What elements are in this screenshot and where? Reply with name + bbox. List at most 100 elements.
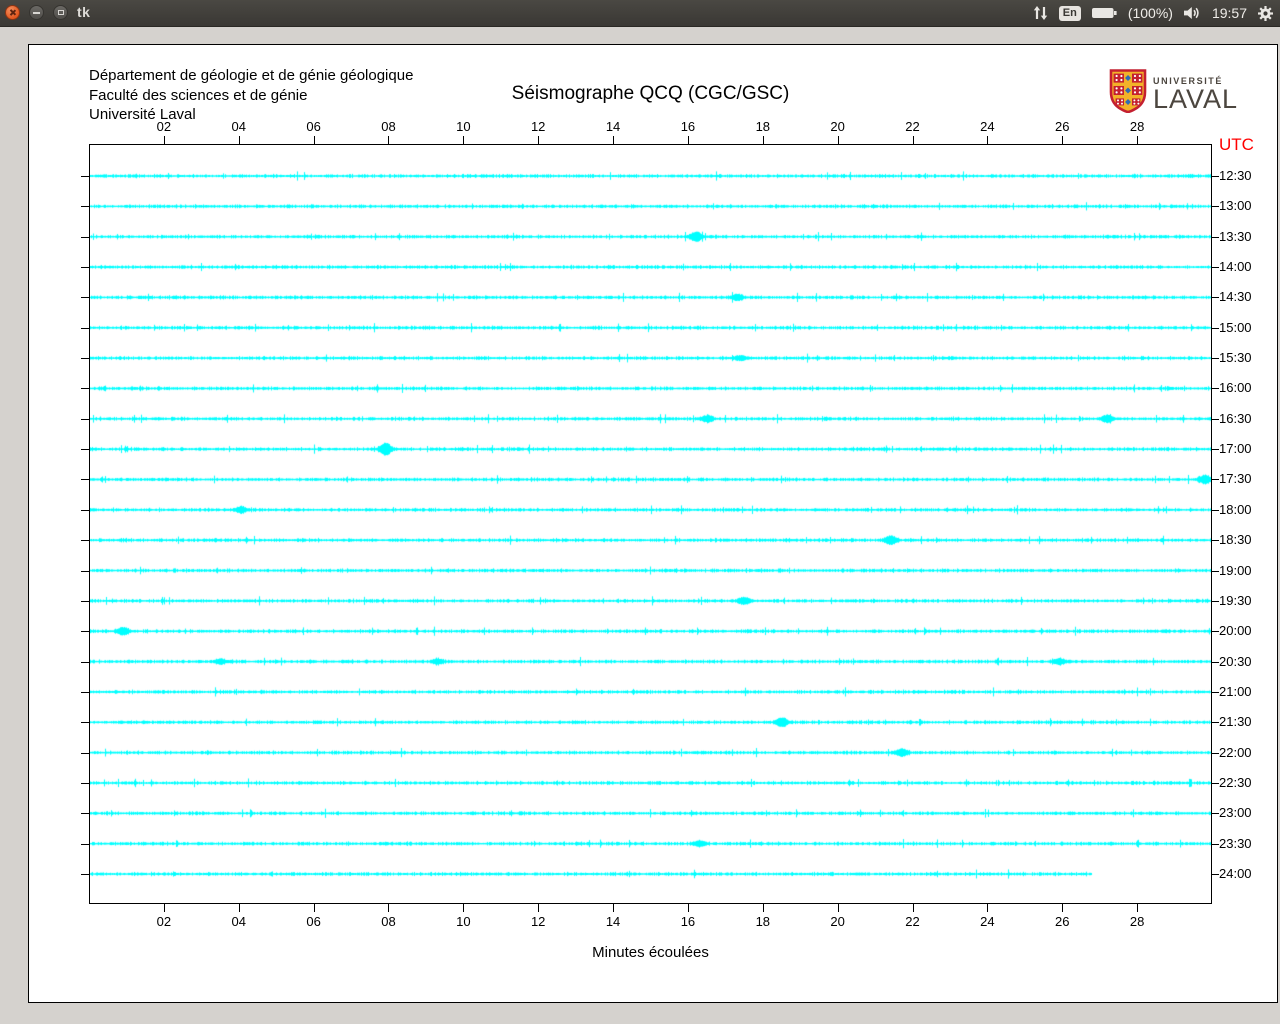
utc-row-label: 15:30 — [1219, 350, 1252, 366]
utc-row-label: 20:30 — [1219, 653, 1252, 669]
row-tick-left — [81, 631, 89, 633]
row-tick-right — [1212, 874, 1219, 875]
battery-percentage[interactable]: (100%) — [1128, 5, 1173, 21]
maximize-icon — [57, 10, 64, 15]
x-tick-label-bottom: 20 — [830, 914, 845, 929]
row-tick-right — [1212, 631, 1219, 633]
window-minimize-button[interactable] — [29, 5, 44, 20]
utc-row-label: 12:30 — [1219, 168, 1252, 183]
x-tick-label-bottom: 04 — [231, 914, 246, 929]
row-tick-right — [1212, 176, 1219, 177]
keyboard-layout-indicator[interactable]: En — [1058, 5, 1081, 21]
x-tick-top — [238, 136, 240, 144]
x-tick-top — [613, 136, 615, 144]
x-tick-label-bottom: 16 — [680, 914, 696, 929]
volume-icon[interactable] — [1183, 6, 1202, 20]
x-tick-label-top: 08 — [381, 119, 396, 134]
x-tick-bottom — [687, 904, 689, 912]
x-axis-title: Minutes écoulées — [592, 944, 709, 961]
x-tick-top — [1137, 136, 1139, 144]
utc-row-label: 14:00 — [1219, 259, 1252, 275]
row-tick-right — [1212, 358, 1219, 360]
row-tick-right — [1212, 813, 1219, 815]
x-tick-label-bottom: 12 — [530, 914, 546, 929]
x-tick-label-top: 10 — [456, 119, 471, 134]
row-tick-right — [1212, 267, 1219, 269]
row-tick-left — [81, 722, 89, 724]
x-tick-top — [837, 136, 839, 144]
row-tick-right — [1212, 206, 1219, 208]
battery-icon[interactable] — [1091, 6, 1118, 20]
x-tick-top — [687, 136, 689, 144]
window-close-button[interactable] — [5, 5, 20, 20]
x-tick-label-top: 20 — [830, 119, 845, 134]
x-tick-bottom — [1137, 904, 1139, 912]
x-tick-label-bottom: 14 — [605, 914, 621, 929]
row-tick-right — [1212, 691, 1219, 693]
row-tick-left — [81, 843, 89, 845]
row-tick-right — [1212, 843, 1219, 845]
x-tick-top — [388, 136, 390, 144]
utc-row-label: 23:00 — [1219, 805, 1252, 821]
x-tick-bottom — [987, 904, 989, 912]
row-tick-right — [1212, 388, 1219, 390]
x-tick-bottom — [238, 904, 240, 912]
x-tick-top — [987, 136, 989, 144]
utc-row-label: 15:00 — [1219, 319, 1252, 335]
row-tick-left — [81, 540, 89, 542]
row-tick-right — [1212, 752, 1219, 754]
row-tick-left — [81, 327, 89, 329]
logo-laval-text: LAVAL — [1153, 83, 1239, 114]
window-title: tk — [77, 4, 91, 20]
x-tick-label-top: 18 — [755, 119, 771, 134]
utc-row-label: 19:30 — [1219, 592, 1252, 608]
x-tick-label-bottom: 08 — [381, 914, 396, 929]
x-tick-label-bottom: 28 — [1129, 914, 1145, 929]
row-tick-left — [81, 661, 89, 663]
row-tick-left — [81, 782, 89, 784]
clock[interactable]: 19:57 — [1212, 5, 1247, 21]
laval-shield-icon — [1109, 69, 1147, 118]
x-tick-label-top: 12 — [530, 119, 546, 134]
row-tick-right — [1212, 661, 1219, 663]
x-tick-bottom — [388, 904, 390, 912]
utc-row-label: 17:00 — [1219, 441, 1252, 457]
x-tick-label-bottom: 26 — [1055, 914, 1070, 929]
x-tick-bottom — [837, 904, 839, 912]
row-tick-left — [81, 236, 89, 238]
utc-row-label: 22:00 — [1219, 744, 1252, 760]
seismic-trace-canvas — [90, 145, 1211, 903]
utc-row-label: 16:00 — [1219, 380, 1252, 396]
x-tick-label-top: 14 — [605, 119, 621, 134]
x-tick-label-top: 28 — [1129, 119, 1145, 134]
utc-row-label: 13:30 — [1219, 228, 1252, 244]
row-tick-left — [81, 509, 89, 511]
row-tick-right — [1212, 418, 1219, 420]
utc-row-label: 13:00 — [1219, 198, 1252, 214]
x-tick-label-top: 22 — [905, 119, 920, 134]
seismograph-title: Séismographe QCQ (CGC/GSC) — [511, 83, 790, 104]
x-tick-label-bottom: 18 — [755, 914, 771, 929]
utc-row-label: 16:30 — [1219, 410, 1252, 426]
x-tick-label-bottom: 24 — [980, 914, 995, 929]
x-tick-bottom — [538, 904, 540, 912]
utc-row-label: 14:30 — [1219, 289, 1252, 305]
x-tick-bottom — [613, 904, 615, 912]
minimize-icon — [33, 11, 40, 14]
row-tick-right — [1212, 327, 1219, 329]
x-tick-bottom — [762, 904, 764, 912]
x-tick-top — [538, 136, 540, 144]
x-tick-top — [1062, 136, 1064, 144]
utc-row-label: 18:00 — [1219, 501, 1252, 517]
session-gear-icon[interactable] — [1257, 5, 1274, 22]
row-tick-left — [81, 600, 89, 602]
x-tick-top — [163, 136, 165, 144]
row-tick-left — [81, 691, 89, 693]
x-tick-bottom — [313, 904, 315, 912]
x-tick-label-top: 26 — [1055, 119, 1070, 134]
row-tick-left — [81, 358, 89, 360]
network-sync-arrows-icon[interactable] — [1032, 5, 1049, 21]
x-tick-label-bottom: 02 — [156, 914, 172, 929]
utc-row-label: 21:00 — [1219, 683, 1252, 699]
window-maximize-button[interactable] — [53, 5, 68, 20]
